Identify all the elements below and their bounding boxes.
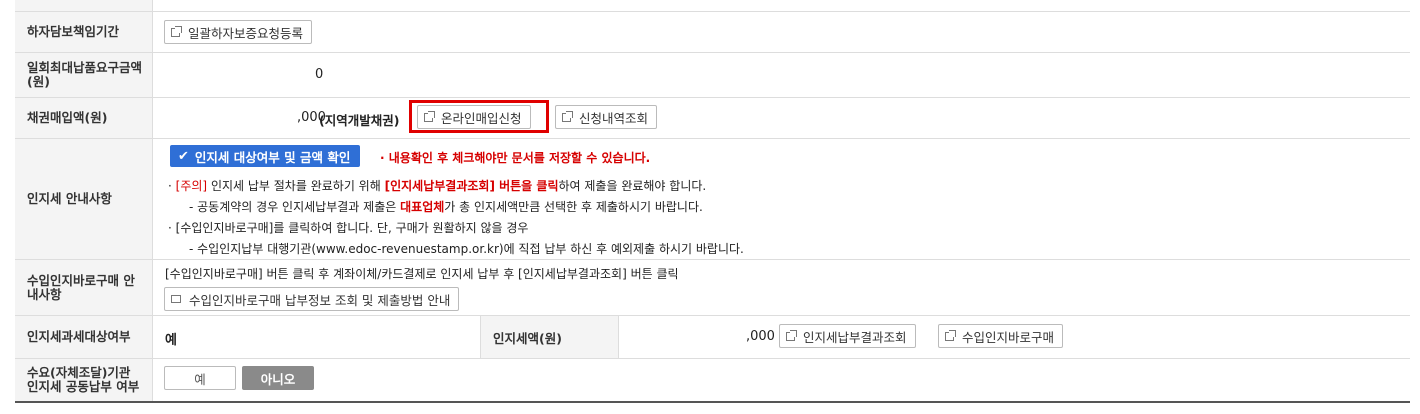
revenue-stamp-info-button[interactable]: 수입인지바로구매 납부정보 조회 및 제출방법 안내 <box>164 287 460 311</box>
left-column-stub <box>15 0 153 11</box>
stamp-tax-amount-value: ,000 <box>746 329 775 344</box>
row-stamp-tax-target: 인지세과세대상여부 예 인지세액(원) ,000 인지세납부결과조회 수입인지바… <box>15 316 1410 359</box>
row-revenue-stamp-guide: 수입인지바로구매 안내사항 [수입인지바로구매] 버튼 클릭 후 계좌이체/카드… <box>15 260 1410 316</box>
row-stamp-tax-guide: 인지세 안내사항 ✔ 인지세 대상여부 및 금액 확인 · 내용확인 후 체크해… <box>15 139 1410 260</box>
guide-line-4: - 수입인지납부 대행기관(www.edoc-revenuestamp.or.k… <box>189 242 744 256</box>
bond-purchase-label: 채권매입액(원) <box>15 98 153 138</box>
bond-type-note: (지역개발채권) <box>319 113 400 128</box>
bulk-warranty-request-button[interactable]: 일괄하자보증요청등록 <box>164 20 313 44</box>
stamp-tax-result-button[interactable]: 인지세납부결과조회 <box>779 324 916 348</box>
guide-line-3: · [수입인지바로구매]를 클릭하여 합니다. 단, 구매가 원활하지 않을 경… <box>168 221 529 235</box>
revenue-stamp-guide-label: 수입인지바로구매 안내사항 <box>15 260 153 315</box>
defect-warranty-label: 하자담보책임기간 <box>15 12 153 52</box>
revenue-stamp-buy-button[interactable]: 수입인지바로구매 <box>938 324 1064 348</box>
max-delivery-amount-label: 일회최대납품요구금액(원) <box>15 53 153 97</box>
stamp-tax-target-value: 예 <box>165 333 177 348</box>
external-link-icon <box>562 110 573 122</box>
check-notice: · 내용확인 후 체크해야만 문서를 저장할 수 있습니다. <box>380 151 651 165</box>
joint-payment-label: 수요(자체조달)기관 인지세 공동납부 여부 <box>15 359 153 401</box>
online-purchase-button[interactable]: 온라인매입신청 <box>417 105 531 129</box>
joint-payment-no-button[interactable]: 아니오 <box>242 366 314 390</box>
revenue-stamp-guide-text: [수입인지바로구매] 버튼 클릭 후 계좌이체/카드결제로 인지세 납부 후 [… <box>165 267 679 281</box>
row-defect-warranty: 하자담보책임기간 일괄하자보증요청등록 <box>15 12 1410 53</box>
check-icon: ✔ <box>178 148 189 164</box>
stamp-tax-guide-label: 인지세 안내사항 <box>15 139 153 259</box>
stamp-tax-target-label: 인지세과세대상여부 <box>15 316 153 358</box>
row-max-delivery-amount: 일회최대납품요구금액(원) 0 <box>15 53 1410 98</box>
row-joint-payment: 수요(자체조달)기관 인지세 공동납부 여부 예 아니오 <box>15 359 1410 403</box>
printer-icon <box>171 295 181 303</box>
application-history-button[interactable]: 신청내역조회 <box>555 105 658 129</box>
external-link-icon <box>424 110 435 122</box>
row-bond-purchase: 채권매입액(원) ,000 (지역개발채권) 온라인매입신청 신청내역조회 <box>15 98 1410 139</box>
joint-payment-yes-button[interactable]: 예 <box>164 366 236 390</box>
guide-line-2: - 공동계약의 경우 인지세납부결과 제출은 대표업체가 총 인지세액만큼 선택… <box>189 200 703 214</box>
max-delivery-amount-value: 0 <box>315 67 324 82</box>
stamp-tax-amount-label: 인지세액(원) <box>480 316 619 358</box>
external-link-icon <box>171 25 182 37</box>
external-link-icon <box>786 329 797 341</box>
guide-line-1: · [주의] 인지세 납부 절차를 완료하기 위해 [인지세납부결과조회] 버튼… <box>168 179 707 193</box>
external-link-icon <box>945 329 956 341</box>
stamp-tax-check-button[interactable]: ✔ 인지세 대상여부 및 금액 확인 <box>170 145 361 167</box>
